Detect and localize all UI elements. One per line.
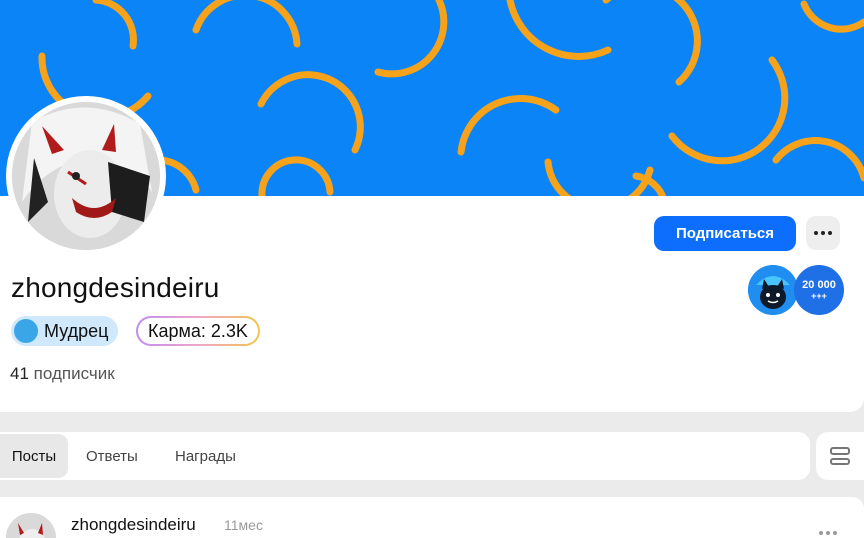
subscribe-button[interactable]: Подписаться: [654, 216, 796, 251]
dot-icon: [814, 231, 818, 235]
rank-icon: [14, 319, 38, 343]
cat-award-icon: [748, 265, 798, 315]
profile-tabs: Посты Ответы Награды: [0, 432, 810, 480]
rank-label: Мудрец: [44, 320, 109, 341]
award-badge-20000[interactable]: 20 000 +++: [794, 265, 844, 315]
award-plus: +++: [811, 291, 827, 301]
karma-badge[interactable]: Карма: 2.3K: [136, 316, 260, 346]
dot-icon: [833, 531, 837, 535]
post-timestamp: 11мес: [224, 517, 263, 533]
karma-value: 2.3K: [210, 320, 248, 341]
avatar[interactable]: [6, 96, 166, 256]
list-view-icon: [830, 447, 850, 465]
post-author-name[interactable]: zhongdesindeiru: [71, 515, 196, 535]
view-toggle-button[interactable]: [816, 432, 864, 480]
dot-icon: [826, 531, 830, 535]
profile-username: zhongdesindeiru: [11, 272, 220, 303]
avatar-image: [6, 513, 56, 538]
dot-icon: [819, 531, 823, 535]
post-author-avatar[interactable]: [6, 513, 56, 538]
tab-awards[interactable]: Награды: [171, 434, 240, 478]
tab-answers[interactable]: Ответы: [82, 434, 142, 478]
avatar-image: [12, 102, 160, 250]
post-more-button[interactable]: [819, 531, 837, 535]
dot-icon: [828, 231, 832, 235]
post-card[interactable]: zhongdesindeiru 11мес: [0, 497, 864, 538]
award-badge-cat[interactable]: [748, 265, 798, 315]
followers-number: 41: [10, 364, 29, 383]
dot-icon: [821, 231, 825, 235]
followers-count[interactable]: 41 подписчик: [10, 364, 115, 384]
more-options-button[interactable]: [806, 216, 840, 250]
karma-label: Карма:: [148, 320, 206, 341]
followers-label: подписчик: [33, 364, 115, 383]
rank-badge[interactable]: Мудрец: [11, 316, 119, 346]
tab-posts[interactable]: Посты: [0, 434, 68, 478]
award-value: 20 000: [802, 279, 836, 291]
